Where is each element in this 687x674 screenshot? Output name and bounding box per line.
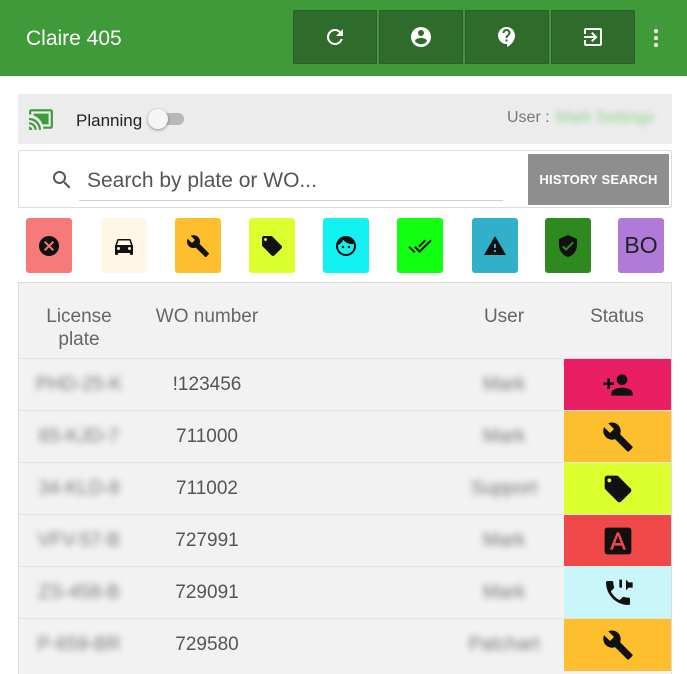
- logout-button[interactable]: [551, 10, 635, 64]
- table-row[interactable]: ZS-458-B 729091 Mark: [19, 566, 671, 619]
- user-label: User :: [507, 109, 550, 126]
- help-button[interactable]: [465, 10, 549, 64]
- table-row[interactable]: P-659-BR 729580 Patchart: [19, 618, 671, 671]
- search-icon: [53, 171, 71, 189]
- account-button[interactable]: [379, 10, 463, 64]
- phone-callback-icon: [605, 579, 633, 605]
- tag-icon: [604, 475, 631, 503]
- cell-user: Mark: [482, 426, 526, 447]
- person-add-icon: [602, 374, 633, 396]
- status-badge: [564, 411, 671, 463]
- help-icon: [498, 27, 515, 47]
- filter-car[interactable]: [101, 218, 147, 273]
- cell-license-plate: PHD-25-K: [35, 374, 123, 395]
- car-icon: [115, 238, 133, 255]
- account-icon: [411, 27, 431, 47]
- work-order-table: License plate WO number User Status PHD-…: [18, 282, 672, 674]
- cast-icon[interactable]: [28, 108, 54, 130]
- cell-license-plate: VFV-57-B: [37, 530, 121, 551]
- font-a-icon: [604, 527, 631, 555]
- status-badge: [564, 619, 671, 671]
- filter-customer[interactable]: [323, 218, 369, 273]
- wrench-icon: [602, 422, 633, 452]
- planning-bar: Planning User : Mark Settings: [18, 94, 672, 144]
- cell-license-plate: ZS-458-B: [38, 582, 120, 603]
- more-menu-button[interactable]: [642, 22, 670, 54]
- more-vert-icon: [654, 29, 658, 47]
- planning-label: Planning: [76, 111, 143, 130]
- tag-icon: [262, 235, 282, 256]
- filter-tag[interactable]: [249, 218, 295, 273]
- status-badge: [564, 515, 671, 567]
- logout-icon: [584, 28, 602, 46]
- cell-user: Mark: [482, 530, 526, 551]
- filter-repair[interactable]: [175, 218, 221, 273]
- search-input[interactable]: [79, 161, 503, 201]
- filter-verified[interactable]: [545, 218, 591, 273]
- app-title: Claire 405: [26, 27, 122, 50]
- wrench-icon: [186, 234, 209, 257]
- shield-check-icon: [559, 234, 577, 257]
- refresh-icon: [326, 28, 343, 45]
- header-user[interactable]: User: [459, 305, 549, 328]
- status-badge: [564, 359, 671, 411]
- cancel-icon: [39, 235, 59, 256]
- table-row[interactable]: 34-KLD-8 711002 Support: [19, 462, 671, 515]
- filter-bo-label: BO: [624, 232, 658, 258]
- cell-wo-number: !123456: [172, 374, 242, 395]
- header-wo-number[interactable]: WO number: [147, 305, 267, 328]
- cell-user: Mark: [482, 582, 526, 603]
- cell-wo-number: 727991: [175, 530, 239, 551]
- filter-cancelled[interactable]: [26, 218, 72, 273]
- user-value: Mark Settings: [556, 109, 654, 126]
- header-license-plate-line1: License: [46, 306, 112, 327]
- filter-bo[interactable]: BO: [618, 218, 664, 273]
- cell-user: Mark: [482, 374, 526, 395]
- cell-wo-number: 711002: [176, 478, 238, 499]
- history-search-button[interactable]: HISTORY SEARCH: [528, 154, 669, 205]
- wrench-icon: [602, 630, 633, 660]
- cell-license-plate: 65-KJD-7: [38, 426, 120, 447]
- table-row[interactable]: 65-KJD-7 711000 Mark: [19, 410, 671, 463]
- table-row[interactable]: VFV-57-B 727991 Mark: [19, 514, 671, 567]
- status-badge: [564, 463, 671, 515]
- warning-icon: [484, 235, 506, 255]
- refresh-button[interactable]: [293, 10, 377, 64]
- toggle-thumb: [148, 109, 168, 129]
- planning-toggle[interactable]: [148, 109, 184, 129]
- filter-done[interactable]: [397, 218, 443, 273]
- search-card: HISTORY SEARCH: [18, 150, 672, 208]
- filter-warning[interactable]: [472, 218, 518, 273]
- header-license-plate[interactable]: License plate: [33, 305, 125, 351]
- status-badge: [564, 567, 671, 619]
- cell-user: Support: [470, 478, 538, 499]
- cell-license-plate: 34-KLD-8: [38, 478, 120, 499]
- table-row[interactable]: PHD-25-K !123456 Mark: [19, 358, 671, 411]
- cell-wo-number: 729091: [175, 582, 239, 603]
- app-bar: Claire 405: [0, 0, 687, 76]
- header-status[interactable]: Status: [567, 305, 667, 328]
- cell-user: Patchart: [468, 634, 540, 655]
- cell-wo-number: 729580: [175, 634, 239, 655]
- header-license-plate-line2: plate: [58, 329, 100, 350]
- cell-wo-number: 711000: [176, 426, 238, 447]
- double-check-icon: [408, 239, 432, 253]
- face-icon: [336, 235, 356, 256]
- cell-license-plate: P-659-BR: [37, 634, 121, 655]
